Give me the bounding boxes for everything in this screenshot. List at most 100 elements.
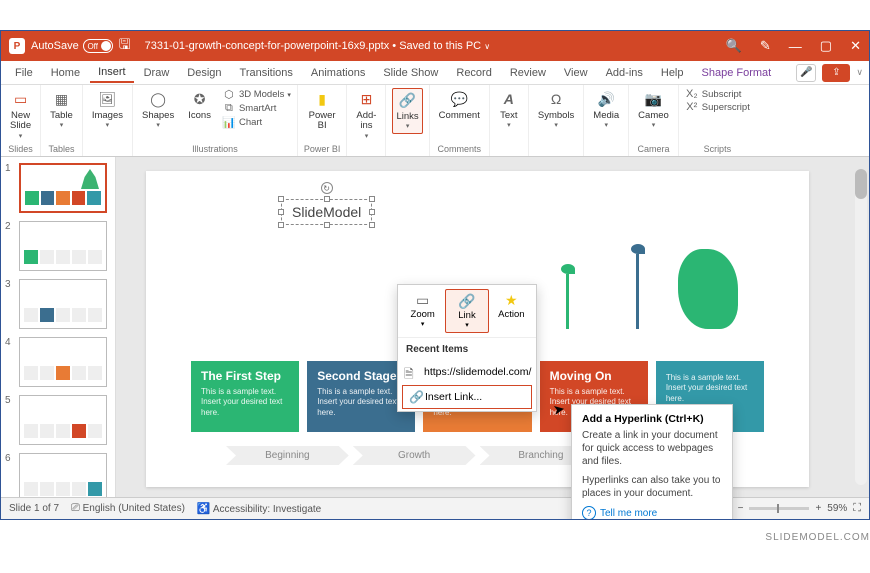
menu-tabs: File Home Insert Draw Design Transitions… <box>1 61 869 85</box>
dictate-icon[interactable]: 🎤 <box>796 64 816 82</box>
page-icon: 🗎 <box>404 365 414 386</box>
tab-insert[interactable]: Insert <box>90 63 134 83</box>
watermark: SLIDEMODEL.COM <box>0 532 870 543</box>
comment-button[interactable]: 💬Comment <box>436 88 483 123</box>
autosave-toggle[interactable]: AutoSave Off <box>31 39 113 53</box>
symbols-button[interactable]: ΩSymbols▾ <box>535 88 577 132</box>
tab-addins[interactable]: Add-ins <box>598 64 651 82</box>
group-comments: 💬Comment Comments <box>430 85 490 156</box>
ribbon: ▭New Slide▾ Slides ▦Table▾ Tables 🖼Image… <box>1 85 869 157</box>
action-button[interactable]: ★Action <box>491 289 532 333</box>
close-button[interactable]: ✕ <box>850 38 861 54</box>
thumbnail-1[interactable]: 1 <box>5 163 111 213</box>
tooltip-title: Add a Hyperlink (Ctrl+K) <box>582 413 722 425</box>
slide-thumbnails[interactable]: 1 2 3 4 5 6 <box>1 157 116 497</box>
chart-button[interactable]: 📊Chart <box>222 116 262 129</box>
thumbnail-5[interactable]: 5 <box>5 395 111 445</box>
tab-home[interactable]: Home <box>43 64 88 82</box>
zoom-level[interactable]: 59% <box>827 503 847 514</box>
group-media: 🔊Media▾ <box>584 85 629 156</box>
insert-link-item[interactable]: 🔗Insert Link... <box>402 385 532 409</box>
tab-review[interactable]: Review <box>502 64 554 82</box>
group-links: 🔗Links▾ <box>386 85 429 156</box>
hyperlink-tooltip: Add a Hyperlink (Ctrl+K) Create a link i… <box>571 404 733 520</box>
minimize-button[interactable]: — <box>789 39 802 54</box>
save-icon[interactable]: 🖫 <box>119 34 131 58</box>
accessibility-status[interactable]: ♿ Accessibility: Investigate <box>197 502 321 515</box>
link-button[interactable]: 🔗Link▾ <box>445 289 488 333</box>
tab-file[interactable]: File <box>7 64 41 82</box>
tooltip-body-2: Hyperlinks can also take you to places i… <box>582 474 722 500</box>
thumbnail-4[interactable]: 4 <box>5 337 111 387</box>
rotate-handle-icon[interactable]: ↻ <box>321 182 333 194</box>
mouse-cursor-icon: ➤ <box>552 400 567 419</box>
tab-draw[interactable]: Draw <box>136 64 178 82</box>
shapes-button[interactable]: ◯Shapes▾ <box>139 88 177 132</box>
vertical-scrollbar[interactable] <box>855 169 867 485</box>
tab-help[interactable]: Help <box>653 64 692 82</box>
thumbnail-3[interactable]: 3 <box>5 279 111 329</box>
group-symbols: ΩSymbols▾ <box>529 85 584 156</box>
search-icon[interactable]: 🔍 <box>726 38 742 54</box>
titlebar: P AutoSave Off 🖫 7331-01-growth-concept-… <box>1 31 869 61</box>
arrow-2: Growth <box>353 446 476 465</box>
document-title: 7331-01-growth-concept-for-powerpoint-16… <box>145 40 490 52</box>
pen-icon[interactable]: ✎ <box>760 38 771 54</box>
powerbi-button[interactable]: ▮Power BI <box>306 88 339 134</box>
thumbnail-2[interactable]: 2 <box>5 221 111 271</box>
link-icon: 🔗 <box>409 390 424 404</box>
tooltip-body-1: Create a link in your document for quick… <box>582 429 722 468</box>
group-slides: ▭New Slide▾ Slides <box>1 85 41 156</box>
tab-view[interactable]: View <box>556 64 596 82</box>
addins-button[interactable]: ⊞Add- ins▾ <box>353 88 379 143</box>
group-camera: 📷Cameo▾ Camera <box>629 85 679 156</box>
tab-animations[interactable]: Animations <box>303 64 373 82</box>
selected-textbox[interactable]: ↻ SlideModel <box>281 199 372 225</box>
links-dropdown: ▭Zoom▾ 🔗Link▾ ★Action Recent Items 🗎http… <box>397 284 537 412</box>
card-1: The First StepThis is a sample text. Ins… <box>191 361 299 432</box>
group-scripts: X₂Subscript X²Superscript Scripts <box>679 85 756 156</box>
fit-to-window-icon[interactable]: ⛶ <box>853 502 861 515</box>
group-tables: ▦Table▾ Tables <box>41 85 83 156</box>
zoom-button[interactable]: ▭Zoom▾ <box>402 289 443 333</box>
textbox-text[interactable]: SlideModel <box>292 204 361 220</box>
tab-design[interactable]: Design <box>179 64 229 82</box>
tab-record[interactable]: Record <box>448 64 499 82</box>
recent-item-1[interactable]: 🗎https://slidemodel.com/ <box>398 361 536 383</box>
tab-slideshow[interactable]: Slide Show <box>375 64 446 82</box>
workarea: 1 2 3 4 5 6 ↻ SlideModel <box>1 157 869 497</box>
ribbon-chevron-icon[interactable]: ∨ <box>856 67 863 78</box>
tab-transitions[interactable]: Transitions <box>232 64 301 82</box>
new-slide-button[interactable]: ▭New Slide▾ <box>7 88 34 143</box>
statusbar: Slide 1 of 7 ⎚ English (United States) ♿… <box>1 497 869 519</box>
powerpoint-window: P AutoSave Off 🖫 7331-01-growth-concept-… <box>0 30 870 520</box>
icons-button[interactable]: ✪Icons <box>185 88 214 123</box>
text-button[interactable]: AText▾ <box>496 88 522 132</box>
group-text: AText▾ <box>490 85 529 156</box>
smartart-button[interactable]: ⧉SmartArt <box>222 102 276 115</box>
slide-counter[interactable]: Slide 1 of 7 <box>9 503 59 514</box>
images-button[interactable]: 🖼Images▾ <box>89 88 126 132</box>
group-images: 🖼Images▾ <box>83 85 133 156</box>
zoom-slider[interactable] <box>749 507 809 510</box>
3d-models-button[interactable]: ⬡3D Models ▾ <box>222 88 291 101</box>
recent-items-header: Recent Items <box>398 338 536 361</box>
cameo-button[interactable]: 📷Cameo▾ <box>635 88 672 132</box>
superscript-button[interactable]: X²Superscript <box>685 101 750 113</box>
language-status[interactable]: ⎚ English (United States) <box>71 502 185 515</box>
subscript-button[interactable]: X₂Subscript <box>685 88 742 100</box>
maximize-button[interactable]: ▢ <box>820 38 832 54</box>
links-button[interactable]: 🔗Links▾ <box>392 88 422 134</box>
zoom-control[interactable]: −+ 59% ⛶ <box>738 502 861 515</box>
arrow-1: Beginning <box>226 446 349 465</box>
table-button[interactable]: ▦Table▾ <box>47 88 76 132</box>
tab-shape-format[interactable]: Shape Format <box>694 64 780 82</box>
media-button[interactable]: 🔊Media▾ <box>590 88 622 132</box>
group-illustrations: ◯Shapes▾ ✪Icons ⬡3D Models ▾ ⧉SmartArt 📊… <box>133 85 298 156</box>
group-powerbi: ▮Power BI Power BI <box>298 85 348 156</box>
share-button[interactable]: ⇪ <box>822 64 850 82</box>
tell-me-more-link[interactable]: Tell me more <box>582 506 722 520</box>
group-addins: ⊞Add- ins▾ <box>347 85 386 156</box>
thumbnail-6[interactable]: 6 <box>5 453 111 497</box>
powerpoint-icon: P <box>9 38 25 54</box>
